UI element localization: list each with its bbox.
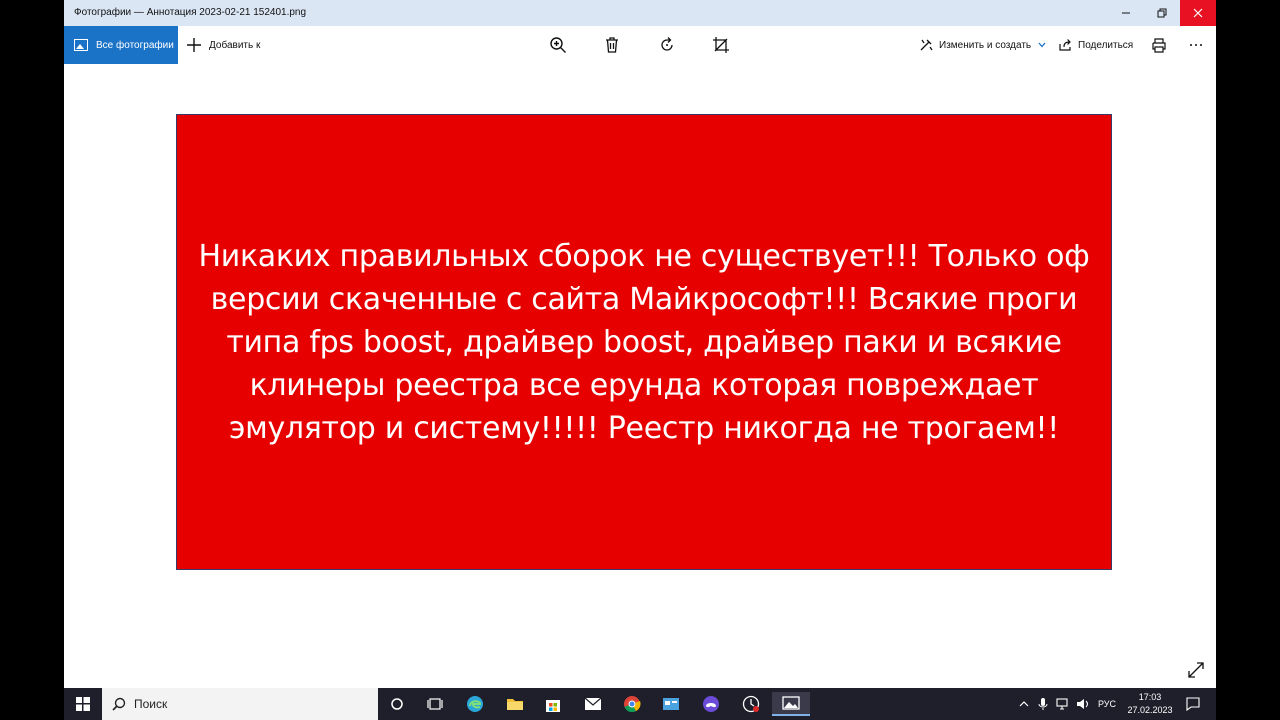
window-title: Фотографии — Аннотация 2023-02-21 152401…	[74, 7, 307, 18]
cortana-circle-icon	[391, 698, 403, 710]
taskbar-app-explorer2[interactable]	[656, 692, 686, 716]
taskbar-explorer[interactable]	[500, 692, 530, 716]
taskbar: Поиск РУС 17:03 27.02.2023	[64, 688, 1216, 720]
taskbar-chrome[interactable]	[617, 692, 647, 716]
search-icon	[112, 697, 126, 711]
toolbar: Все фотографии Добавить к Изменить и соз…	[64, 26, 1216, 64]
close-button[interactable]	[1180, 0, 1216, 26]
rotate-button[interactable]	[657, 35, 677, 55]
task-view-button[interactable]	[420, 692, 450, 716]
more-options-button[interactable]	[1186, 35, 1206, 55]
chrome-icon	[624, 696, 641, 713]
chevron-down-icon	[1038, 42, 1046, 48]
edit-magic-icon	[920, 39, 933, 51]
folder-icon	[507, 699, 523, 710]
minimize-icon	[1122, 12, 1130, 14]
photos-app-icon	[782, 696, 800, 710]
store-bag-icon	[546, 700, 560, 712]
start-button[interactable]	[64, 688, 102, 720]
plus-icon	[187, 38, 201, 52]
all-photos-label: Все фотографии	[96, 39, 174, 51]
taskbar-game-app[interactable]	[696, 692, 726, 716]
search-placeholder: Поиск	[134, 697, 168, 711]
chevron-up-icon[interactable]	[1019, 699, 1029, 709]
taskbar-photos[interactable]	[772, 692, 810, 716]
add-to-button[interactable]: Добавить к	[186, 26, 260, 64]
window-app-icon	[663, 698, 679, 710]
right-letterbox	[1216, 0, 1280, 720]
restore-icon	[1157, 8, 1167, 18]
windows-logo-icon	[76, 697, 90, 711]
task-view-icon	[427, 698, 443, 710]
clock-date: 27.02.2023	[1127, 705, 1173, 715]
add-to-label: Добавить к	[209, 39, 261, 51]
share-icon	[1059, 39, 1071, 51]
image-text: Никаких правильных сборок не существует!…	[198, 238, 1090, 446]
print-button[interactable]	[1149, 35, 1169, 55]
restore-button[interactable]	[1144, 0, 1180, 26]
taskbar-clock[interactable]: 17:03 27.02.2023	[1124, 691, 1176, 717]
trash-icon	[606, 37, 618, 53]
rotate-icon	[661, 37, 673, 51]
crop-icon	[713, 37, 729, 53]
taskbar-search-box[interactable]: Поиск	[102, 688, 378, 720]
taskbar-mail[interactable]	[578, 692, 608, 716]
network-icon[interactable]	[1056, 697, 1070, 711]
notifications-icon[interactable]	[1186, 697, 1200, 711]
taskbar-edge[interactable]	[460, 692, 490, 716]
displayed-image[interactable]: Никаких правильных сборок не существует!…	[176, 114, 1112, 570]
taskbar-store[interactable]	[538, 692, 568, 716]
volume-icon[interactable]	[1076, 697, 1090, 711]
photo-icon	[74, 39, 88, 51]
gamepad-icon	[703, 696, 719, 712]
title-bar: Фотографии — Аннотация 2023-02-21 152401…	[64, 0, 1216, 26]
close-icon	[1193, 8, 1203, 18]
left-letterbox	[0, 0, 64, 720]
clock-time: 17:03	[1138, 692, 1162, 702]
mail-icon	[584, 697, 602, 710]
edit-create-label: Изменить и создать	[939, 39, 1032, 51]
microphone-icon[interactable]	[1038, 697, 1048, 711]
edit-create-button[interactable]: Изменить и создать	[919, 26, 1047, 64]
share-label: Поделиться	[1078, 39, 1134, 51]
taskbar-recorder[interactable]	[736, 692, 766, 716]
language-indicator[interactable]: РУС	[1098, 699, 1116, 709]
printer-icon	[1152, 38, 1166, 53]
photos-app-window: Фотографии — Аннотация 2023-02-21 152401…	[64, 0, 1216, 720]
expand-icon	[1188, 662, 1204, 678]
all-photos-button[interactable]: Все фотографии	[64, 26, 178, 64]
more-icon	[1190, 44, 1202, 46]
fullscreen-button[interactable]	[1186, 660, 1206, 680]
recorder-icon	[742, 695, 760, 713]
minimize-button[interactable]	[1108, 0, 1144, 26]
crop-button[interactable]	[711, 35, 731, 55]
cortana-button[interactable]	[382, 692, 412, 716]
zoom-in-icon	[550, 37, 566, 53]
zoom-button[interactable]	[548, 35, 568, 55]
edge-icon	[467, 696, 483, 712]
share-button[interactable]: Поделиться	[1058, 26, 1133, 64]
delete-button[interactable]	[602, 35, 622, 55]
